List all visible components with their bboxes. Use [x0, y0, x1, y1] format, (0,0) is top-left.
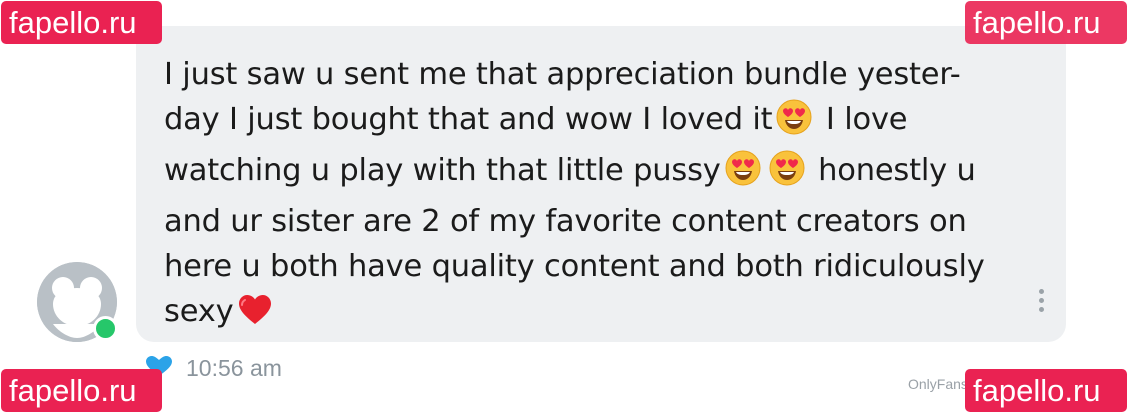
- message-text: I just saw u sent me that appreciation b…: [164, 52, 1038, 340]
- platform-watermark: OnlyFans: [908, 376, 968, 392]
- message-line-6: and ur sister are 2 of my favorite conte…: [164, 204, 967, 239]
- message-line-5: honestly u: [818, 153, 976, 188]
- message-line-7: here u both have quality content and bot…: [164, 249, 985, 284]
- message-bubble[interactable]: I just saw u sent me that appreciation b…: [136, 26, 1066, 342]
- red-heart-emoji-icon: [237, 293, 273, 340]
- heart-eyes-emoji-icon: [776, 99, 812, 148]
- heart-eyes-emoji-icon: [725, 150, 761, 199]
- watermark-top-right: fapello.ru: [965, 1, 1127, 44]
- online-status-indicator: [93, 316, 118, 341]
- message-line-3: I love: [825, 102, 908, 137]
- message-line-1: I just saw u sent me that appreciation b…: [164, 57, 961, 92]
- heart-eyes-emoji-icon: [769, 150, 805, 199]
- watermark-bottom-right: fapello.ru: [965, 369, 1127, 412]
- watermark-top-left: fapello.ru: [1, 1, 162, 44]
- message-line-2: day I just bought that and wow I loved i…: [164, 102, 773, 137]
- message-line-8: sexy: [164, 294, 234, 329]
- message-timestamp: 10:56 am: [186, 355, 282, 381]
- message-line-4: watching u play with that little pussy: [164, 153, 721, 188]
- message-options-icon[interactable]: [1036, 289, 1046, 315]
- watermark-bottom-left: fapello.ru: [1, 369, 162, 412]
